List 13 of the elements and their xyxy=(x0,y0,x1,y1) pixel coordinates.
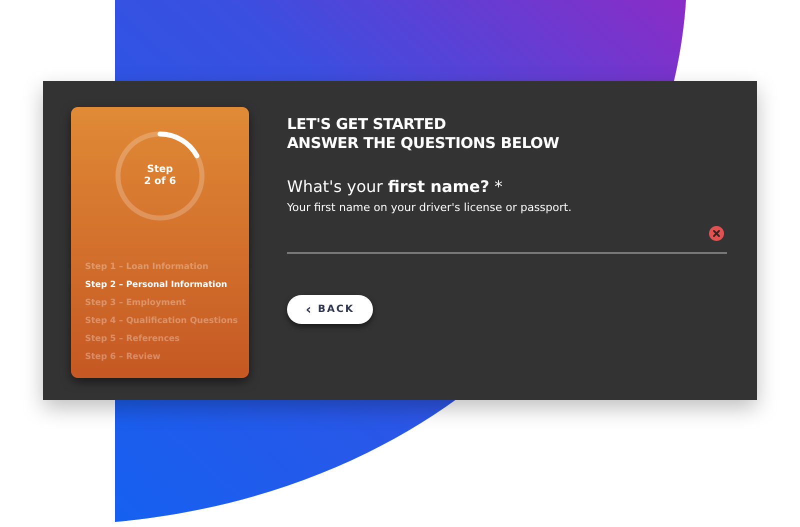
step-label: Step xyxy=(147,164,173,176)
step-item[interactable]: Step 1 – Loan Information xyxy=(85,258,249,276)
step-item[interactable]: Step 2 – Personal Information xyxy=(85,276,249,294)
step-item[interactable]: Step 4 – Qualification Questions xyxy=(85,312,249,330)
heading-text: ANSWER THE QUESTIONS BELOW xyxy=(287,134,560,153)
back-button[interactable]: ‹ BACK xyxy=(287,295,373,324)
step-count: 2 of 6 xyxy=(144,176,176,188)
step-item[interactable]: Step 6 – Review xyxy=(85,348,249,366)
step-item[interactable]: Step 5 – References xyxy=(85,330,249,348)
heading-text: LET'S GET STARTED xyxy=(287,115,447,134)
step-item[interactable]: Step 3 – Employment xyxy=(85,294,249,312)
question-label: What's your first name?* xyxy=(287,177,502,196)
question-hint: Your first name on your driver's license or passport. xyxy=(287,201,572,214)
